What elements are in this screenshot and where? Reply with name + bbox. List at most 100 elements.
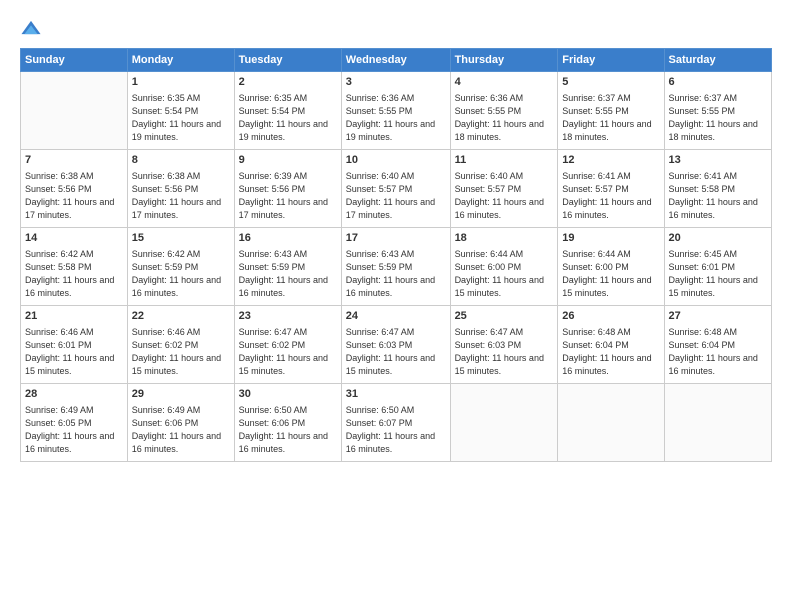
cell-details: Sunrise: 6:46 AM Sunset: 6:02 PM Dayligh… xyxy=(132,326,230,378)
cell-details: Sunrise: 6:45 AM Sunset: 6:01 PM Dayligh… xyxy=(669,248,767,300)
calendar-cell: 16Sunrise: 6:43 AM Sunset: 5:59 PM Dayli… xyxy=(234,228,341,306)
day-number: 29 xyxy=(132,387,230,403)
cell-details: Sunrise: 6:42 AM Sunset: 5:59 PM Dayligh… xyxy=(132,248,230,300)
calendar-day-header: Saturday xyxy=(664,49,771,72)
calendar-cell xyxy=(21,72,128,150)
cell-details: Sunrise: 6:38 AM Sunset: 5:56 PM Dayligh… xyxy=(25,170,123,222)
calendar-cell: 8Sunrise: 6:38 AM Sunset: 5:56 PM Daylig… xyxy=(127,150,234,228)
day-number: 1 xyxy=(132,75,230,91)
calendar-cell: 23Sunrise: 6:47 AM Sunset: 6:02 PM Dayli… xyxy=(234,306,341,384)
day-number: 27 xyxy=(669,309,767,325)
cell-details: Sunrise: 6:46 AM Sunset: 6:01 PM Dayligh… xyxy=(25,326,123,378)
calendar-cell: 12Sunrise: 6:41 AM Sunset: 5:57 PM Dayli… xyxy=(558,150,664,228)
calendar-cell: 19Sunrise: 6:44 AM Sunset: 6:00 PM Dayli… xyxy=(558,228,664,306)
calendar-cell: 25Sunrise: 6:47 AM Sunset: 6:03 PM Dayli… xyxy=(450,306,558,384)
day-number: 13 xyxy=(669,153,767,169)
cell-details: Sunrise: 6:49 AM Sunset: 6:05 PM Dayligh… xyxy=(25,404,123,456)
header xyxy=(20,18,772,40)
calendar-week-row: 1 Sunrise: 6:35 AM Sunset: 5:54 PM Daylig… xyxy=(21,72,772,150)
calendar-day-header: Thursday xyxy=(450,49,558,72)
calendar-day-header: Tuesday xyxy=(234,49,341,72)
day-number: 20 xyxy=(669,231,767,247)
day-number: 11 xyxy=(455,153,554,169)
calendar-week-row: 28Sunrise: 6:49 AM Sunset: 6:05 PM Dayli… xyxy=(21,384,772,462)
day-number: 9 xyxy=(239,153,337,169)
cell-details: Sunrise: 6:41 AM Sunset: 5:58 PM Dayligh… xyxy=(669,170,767,222)
calendar-cell: 24Sunrise: 6:47 AM Sunset: 6:03 PM Dayli… xyxy=(341,306,450,384)
calendar-cell xyxy=(450,384,558,462)
calendar-day-header: Friday xyxy=(558,49,664,72)
day-number: 7 xyxy=(25,153,123,169)
calendar-cell: 10Sunrise: 6:40 AM Sunset: 5:57 PM Dayli… xyxy=(341,150,450,228)
calendar-cell: 29Sunrise: 6:49 AM Sunset: 6:06 PM Dayli… xyxy=(127,384,234,462)
cell-details: Sunrise: 6:37 AM Sunset: 5:55 PM Dayligh… xyxy=(562,92,659,144)
calendar-cell: 17Sunrise: 6:43 AM Sunset: 5:59 PM Dayli… xyxy=(341,228,450,306)
cell-details: Sunrise: 6:35 AM Sunset: 5:54 PM Dayligh… xyxy=(239,92,337,144)
cell-details: Sunrise: 6:43 AM Sunset: 5:59 PM Dayligh… xyxy=(239,248,337,300)
calendar-cell: 27Sunrise: 6:48 AM Sunset: 6:04 PM Dayli… xyxy=(664,306,771,384)
day-number: 15 xyxy=(132,231,230,247)
calendar-cell: 6Sunrise: 6:37 AM Sunset: 5:55 PM Daylig… xyxy=(664,72,771,150)
calendar-day-header: Wednesday xyxy=(341,49,450,72)
day-number: 12 xyxy=(562,153,659,169)
cell-details: Sunrise: 6:44 AM Sunset: 6:00 PM Dayligh… xyxy=(562,248,659,300)
calendar-week-row: 14Sunrise: 6:42 AM Sunset: 5:58 PM Dayli… xyxy=(21,228,772,306)
calendar-cell xyxy=(558,384,664,462)
cell-details: Sunrise: 6:50 AM Sunset: 6:07 PM Dayligh… xyxy=(346,404,446,456)
day-number: 6 xyxy=(669,75,767,91)
cell-details: Sunrise: 6:41 AM Sunset: 5:57 PM Dayligh… xyxy=(562,170,659,222)
day-number: 10 xyxy=(346,153,446,169)
day-number: 14 xyxy=(25,231,123,247)
calendar-cell: 11Sunrise: 6:40 AM Sunset: 5:57 PM Dayli… xyxy=(450,150,558,228)
cell-details: Sunrise: 6:48 AM Sunset: 6:04 PM Dayligh… xyxy=(562,326,659,378)
cell-details: Sunrise: 6:40 AM Sunset: 5:57 PM Dayligh… xyxy=(346,170,446,222)
cell-details: Sunrise: 6:40 AM Sunset: 5:57 PM Dayligh… xyxy=(455,170,554,222)
calendar-cell: 9Sunrise: 6:39 AM Sunset: 5:56 PM Daylig… xyxy=(234,150,341,228)
day-number: 2 xyxy=(239,75,337,91)
cell-details: Sunrise: 6:37 AM Sunset: 5:55 PM Dayligh… xyxy=(669,92,767,144)
cell-details: Sunrise: 6:49 AM Sunset: 6:06 PM Dayligh… xyxy=(132,404,230,456)
calendar-cell: 3Sunrise: 6:36 AM Sunset: 5:55 PM Daylig… xyxy=(341,72,450,150)
calendar-cell: 20Sunrise: 6:45 AM Sunset: 6:01 PM Dayli… xyxy=(664,228,771,306)
calendar-header-row: SundayMondayTuesdayWednesdayThursdayFrid… xyxy=(21,49,772,72)
logo xyxy=(20,18,44,40)
calendar-cell: 18Sunrise: 6:44 AM Sunset: 6:00 PM Dayli… xyxy=(450,228,558,306)
day-number: 30 xyxy=(239,387,337,403)
calendar-cell: 28Sunrise: 6:49 AM Sunset: 6:05 PM Dayli… xyxy=(21,384,128,462)
calendar-cell: 7Sunrise: 6:38 AM Sunset: 5:56 PM Daylig… xyxy=(21,150,128,228)
calendar-cell: 13Sunrise: 6:41 AM Sunset: 5:58 PM Dayli… xyxy=(664,150,771,228)
calendar-cell: 30Sunrise: 6:50 AM Sunset: 6:06 PM Dayli… xyxy=(234,384,341,462)
calendar-day-header: Sunday xyxy=(21,49,128,72)
calendar-cell: 5Sunrise: 6:37 AM Sunset: 5:55 PM Daylig… xyxy=(558,72,664,150)
day-number: 4 xyxy=(455,75,554,91)
day-number: 31 xyxy=(346,387,446,403)
day-number: 3 xyxy=(346,75,446,91)
calendar-cell: 15Sunrise: 6:42 AM Sunset: 5:59 PM Dayli… xyxy=(127,228,234,306)
calendar-cell xyxy=(664,384,771,462)
day-number: 5 xyxy=(562,75,659,91)
calendar-cell: 21Sunrise: 6:46 AM Sunset: 6:01 PM Dayli… xyxy=(21,306,128,384)
calendar-cell: 2Sunrise: 6:35 AM Sunset: 5:54 PM Daylig… xyxy=(234,72,341,150)
calendar-day-header: Monday xyxy=(127,49,234,72)
calendar-cell: 4Sunrise: 6:36 AM Sunset: 5:55 PM Daylig… xyxy=(450,72,558,150)
day-number: 8 xyxy=(132,153,230,169)
page: SundayMondayTuesdayWednesdayThursdayFrid… xyxy=(0,0,792,612)
cell-details: Sunrise: 6:36 AM Sunset: 5:55 PM Dayligh… xyxy=(455,92,554,144)
day-number: 19 xyxy=(562,231,659,247)
day-number: 24 xyxy=(346,309,446,325)
day-number: 26 xyxy=(562,309,659,325)
cell-details: Sunrise: 6:36 AM Sunset: 5:55 PM Dayligh… xyxy=(346,92,446,144)
day-number: 21 xyxy=(25,309,123,325)
cell-details: Sunrise: 6:47 AM Sunset: 6:03 PM Dayligh… xyxy=(455,326,554,378)
day-number: 28 xyxy=(25,387,123,403)
day-number: 16 xyxy=(239,231,337,247)
cell-details: Sunrise: 6:42 AM Sunset: 5:58 PM Dayligh… xyxy=(25,248,123,300)
cell-details: Sunrise: 6:38 AM Sunset: 5:56 PM Dayligh… xyxy=(132,170,230,222)
calendar-table: SundayMondayTuesdayWednesdayThursdayFrid… xyxy=(20,48,772,462)
cell-details: Sunrise: 6:39 AM Sunset: 5:56 PM Dayligh… xyxy=(239,170,337,222)
day-number: 25 xyxy=(455,309,554,325)
cell-details: Sunrise: 6:47 AM Sunset: 6:03 PM Dayligh… xyxy=(346,326,446,378)
calendar-cell: 26Sunrise: 6:48 AM Sunset: 6:04 PM Dayli… xyxy=(558,306,664,384)
day-number: 18 xyxy=(455,231,554,247)
cell-details: Sunrise: 6:50 AM Sunset: 6:06 PM Dayligh… xyxy=(239,404,337,456)
